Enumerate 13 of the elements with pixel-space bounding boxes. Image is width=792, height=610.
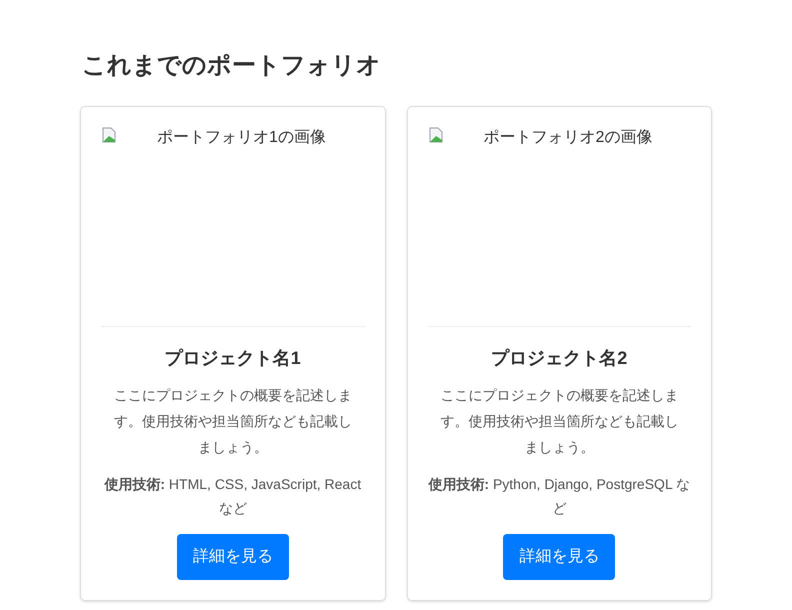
details-button[interactable]: 詳細を見る	[503, 534, 616, 580]
section-heading: これまでのポートフォリオ	[82, 51, 382, 81]
project-title: プロジェクト名1	[164, 347, 301, 370]
project-description: ここにプロジェクトの概要を記述します。使用技術や担当箇所なども記載しましょう。	[439, 386, 680, 457]
image-alt-text: ポートフォリオ2の画像	[484, 128, 652, 148]
project-description: ここにプロジェクトの概要を記述します。使用技術や担当箇所なども記載しましょう。	[112, 386, 353, 457]
tech-stack: 使用技術: HTML, CSS, JavaScript, React など	[103, 475, 362, 518]
tech-stack: 使用技術: Python, Django, PostgreSQL など	[428, 475, 691, 518]
image-alt-text: ポートフォリオ1の画像	[157, 128, 326, 148]
broken-image-icon	[428, 127, 444, 143]
project-title: プロジェクト名2	[491, 347, 628, 370]
broken-image-icon	[101, 127, 117, 143]
details-button[interactable]: 詳細を見る	[176, 534, 289, 580]
